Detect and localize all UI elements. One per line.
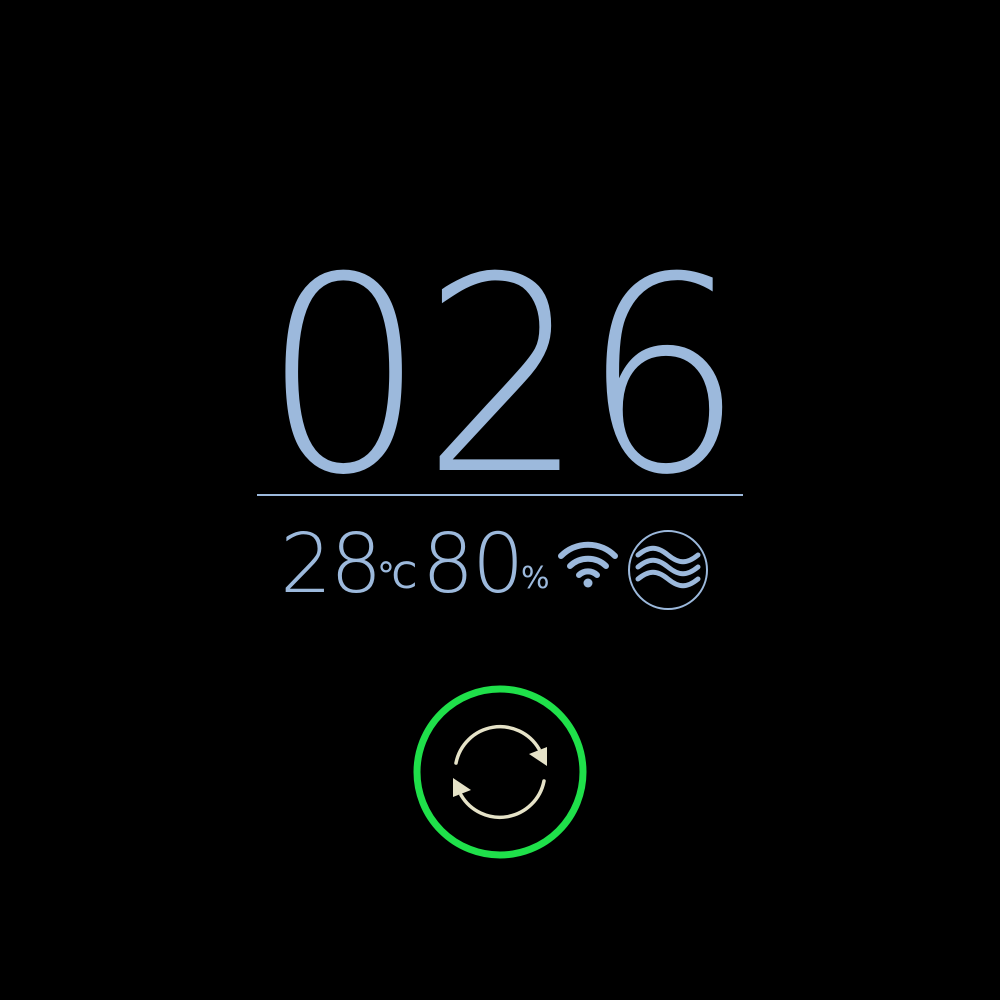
humidity-unit: % [521,561,550,596]
status-row: 28 ℃ 80 % [280,520,720,610]
device-screen: 026 28 ℃ 80 % [0,0,1000,1000]
refresh-button[interactable] [411,683,589,861]
divider-line [257,494,743,496]
temperature-value: 28 [280,517,382,612]
refresh-icon [413,685,587,859]
humidity-value: 80 [422,517,524,612]
waves-icon [628,530,708,610]
wifi-icon [558,541,618,588]
main-value-display: 026 [262,219,745,534]
temperature-unit: ℃ [377,556,418,597]
